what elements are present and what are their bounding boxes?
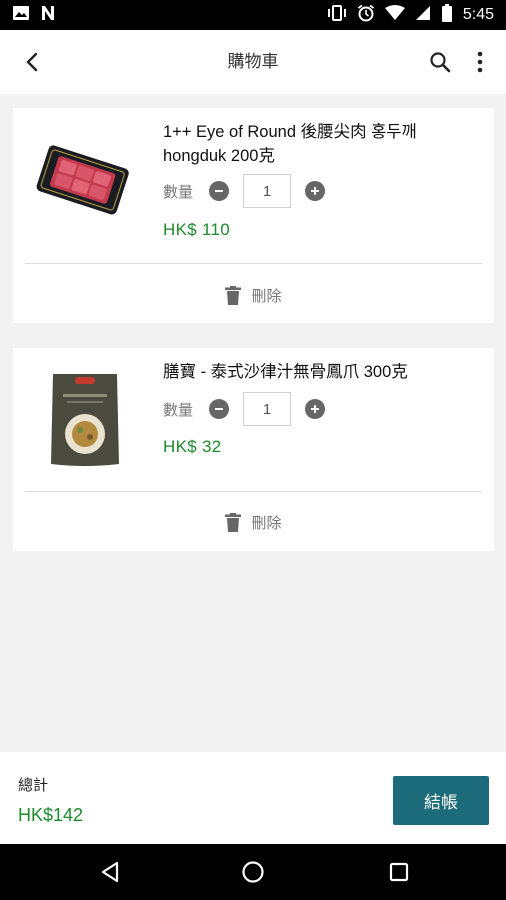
quantity-label: 數量 — [163, 400, 194, 419]
search-icon — [430, 52, 451, 73]
quantity-stepper: 數量 1 — [163, 174, 325, 208]
battery-icon — [441, 4, 453, 26]
back-button[interactable] — [16, 46, 48, 78]
alarm-icon — [357, 4, 375, 26]
beef-tray-image — [35, 136, 131, 222]
trash-icon — [225, 512, 242, 532]
image-icon — [12, 5, 30, 25]
nav-recents-button[interactable] — [385, 858, 413, 886]
nav-recents-icon — [389, 862, 409, 882]
minus-icon — [215, 190, 223, 192]
item-title: 膳寶 - 泰式沙律汁無骨鳳爪 300克 — [163, 363, 408, 381]
decrease-quantity-button[interactable] — [209, 181, 229, 201]
status-time: 5:45 — [462, 6, 494, 23]
minus-icon — [215, 408, 223, 410]
increase-quantity-button[interactable] — [305, 181, 325, 201]
nav-home-icon — [242, 861, 264, 883]
trash-icon — [225, 285, 242, 305]
divider — [25, 263, 482, 264]
plus-icon — [311, 187, 319, 195]
total-value: HK$142 — [18, 805, 84, 825]
quantity-stepper: 數量 1 — [163, 392, 325, 426]
delete-button[interactable]: 刪除 — [13, 510, 494, 534]
nav-back-icon — [101, 861, 119, 883]
item-price: HK$ 110 — [163, 220, 230, 239]
decrease-quantity-button[interactable] — [209, 399, 229, 419]
delete-label: 刪除 — [251, 513, 282, 532]
cart-item: 膳寶 - 泰式沙律汁無骨鳳爪 300克 數量 1 HK$ 32 刪除 — [13, 348, 494, 551]
delete-button[interactable]: 刪除 — [13, 283, 494, 307]
wifi-icon — [384, 5, 405, 25]
app-bar: 購物車 — [0, 30, 506, 94]
status-bar: 5:45 — [0, 0, 506, 30]
vibrate-icon — [327, 5, 347, 25]
search-button[interactable] — [424, 46, 456, 78]
quantity-input[interactable]: 1 — [243, 392, 291, 426]
more-options-button[interactable] — [466, 46, 494, 78]
plus-icon — [311, 405, 319, 413]
n-icon — [40, 5, 56, 25]
more-vert-icon — [477, 51, 483, 73]
delete-label: 刪除 — [251, 286, 282, 305]
item-price: HK$ 32 — [163, 437, 222, 456]
quantity-label: 數量 — [163, 182, 194, 201]
total-label: 總計 — [18, 776, 49, 794]
cart-item: 1++ Eye of Round 後腰尖肉 홍두깨 hongduk 200克 數… — [13, 108, 494, 323]
signal-icon — [415, 5, 431, 25]
system-nav-bar — [0, 844, 506, 900]
item-title: 1++ Eye of Round 後腰尖肉 홍두깨 hongduk 200克 — [163, 123, 417, 165]
nav-home-button[interactable] — [239, 858, 267, 886]
checkout-button[interactable]: 結帳 — [393, 776, 489, 825]
quantity-input[interactable]: 1 — [243, 174, 291, 208]
back-arrow-icon — [26, 52, 38, 72]
divider — [25, 491, 482, 492]
food-pouch-image — [49, 370, 121, 468]
nav-back-button[interactable] — [96, 858, 124, 886]
checkout-bar: 總計 HK$142 結帳 — [0, 752, 506, 844]
increase-quantity-button[interactable] — [305, 399, 325, 419]
